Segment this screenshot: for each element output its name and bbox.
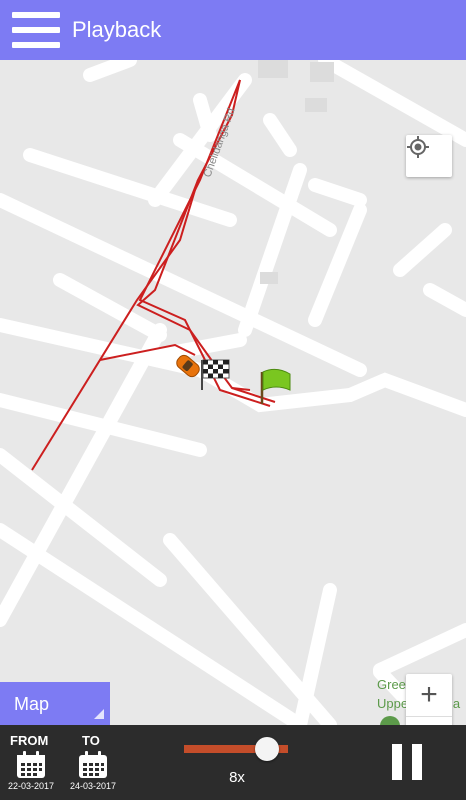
- pause-icon: [412, 744, 422, 780]
- map-type-selector[interactable]: Map: [0, 682, 110, 725]
- page-title: Playback: [72, 17, 162, 42]
- speed-value: 8x: [229, 769, 245, 786]
- pause-icon: [392, 744, 402, 780]
- zoom-controls: + −: [406, 674, 452, 725]
- from-date-value: 22-03-2017: [7, 781, 55, 791]
- place-marker-icon: [380, 716, 400, 725]
- app-header: Playback: [0, 0, 466, 60]
- to-label: TO: [82, 733, 100, 748]
- calendar-icon[interactable]: [16, 751, 46, 779]
- from-date-picker[interactable]: FROM 22-03-2017: [0, 733, 62, 791]
- playback-controls: FROM 22-03-2017 TO 24-03-2017 8x: [0, 725, 466, 800]
- map-view[interactable]: Chelidanga Rd Green Upper +: [0, 60, 466, 725]
- my-location-button[interactable]: [406, 135, 452, 177]
- zoom-in-button[interactable]: +: [406, 674, 452, 716]
- dropdown-corner-icon: [94, 709, 104, 719]
- hamburger-menu-icon[interactable]: [12, 10, 60, 50]
- map-canvas: Chelidanga Rd: [0, 60, 466, 725]
- speed-slider-thumb[interactable]: [255, 737, 280, 761]
- zoom-out-button[interactable]: −: [406, 717, 452, 725]
- crosshair-icon: [407, 136, 429, 158]
- map-type-label: Map: [14, 694, 50, 714]
- map-roads: [0, 60, 466, 725]
- to-date-value: 24-03-2017: [69, 781, 117, 791]
- route-path: [31, 79, 276, 471]
- to-date-picker[interactable]: TO 24-03-2017: [62, 733, 124, 791]
- pause-button[interactable]: [392, 744, 422, 780]
- from-label: FROM: [10, 733, 49, 748]
- calendar-icon[interactable]: [78, 751, 108, 779]
